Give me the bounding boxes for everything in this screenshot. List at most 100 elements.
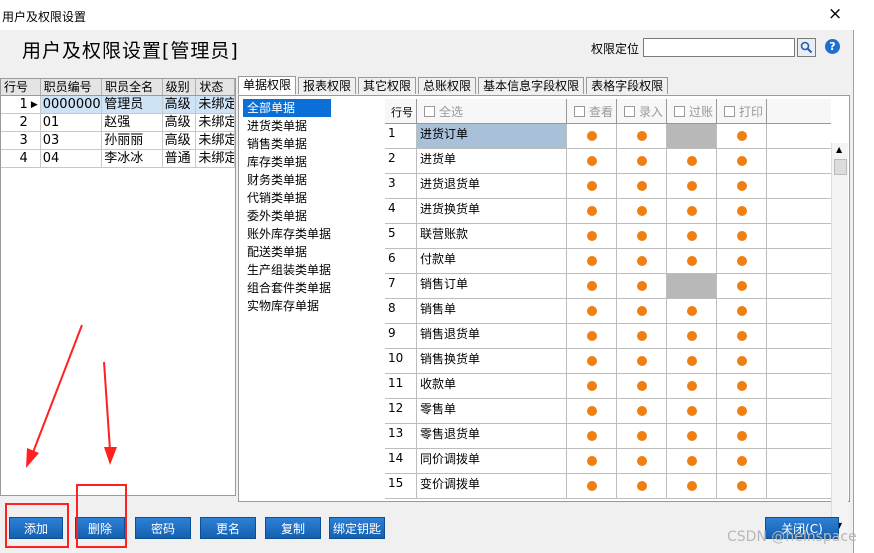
table-row[interactable]: 4 04 李冰冰 普通 未绑定 xyxy=(1,150,235,168)
tab-1[interactable]: 报表权限 xyxy=(298,77,357,94)
perm-record-cell[interactable] xyxy=(617,249,667,273)
perm-post-cell[interactable] xyxy=(667,124,717,148)
col-header[interactable]: 职员编号 xyxy=(41,79,103,95)
perm-post-cell[interactable] xyxy=(667,149,717,173)
perm-print-cell[interactable] xyxy=(717,174,767,198)
perm-view-cell[interactable] xyxy=(567,274,617,298)
category-item[interactable]: 库存类单据 xyxy=(243,153,383,171)
rename-button[interactable]: 更名 xyxy=(200,517,256,539)
perm-post-cell[interactable] xyxy=(667,449,717,473)
perm-print-cell[interactable] xyxy=(717,349,767,373)
tab-4[interactable]: 基本信息字段权限 xyxy=(478,77,585,94)
perm-post-cell[interactable] xyxy=(667,274,717,298)
table-row[interactable]: 1▶00000001管理员高级未绑定 xyxy=(1,96,235,114)
perm-print-cell[interactable] xyxy=(717,199,767,223)
perm-post-cell[interactable] xyxy=(667,224,717,248)
tab-3[interactable]: 总账权限 xyxy=(418,77,477,94)
perm-record-cell[interactable] xyxy=(617,299,667,323)
perm-post-cell[interactable] xyxy=(667,324,717,348)
perm-view-cell[interactable] xyxy=(567,299,617,323)
help-icon[interactable]: ? xyxy=(825,39,840,54)
grid-row[interactable]: 9 销售退货单 xyxy=(385,324,831,349)
bind-key-button[interactable]: 绑定钥匙 xyxy=(329,517,385,539)
perm-post-cell[interactable] xyxy=(667,424,717,448)
category-item[interactable]: 账外库存类单据 xyxy=(243,225,383,243)
perm-view-cell[interactable] xyxy=(567,174,617,198)
col-header[interactable]: 行号 xyxy=(1,79,41,95)
perm-post-cell[interactable] xyxy=(667,174,717,198)
col-header[interactable]: 状态 xyxy=(196,79,235,95)
perm-view-cell[interactable] xyxy=(567,149,617,173)
perm-record-cell[interactable] xyxy=(617,474,667,498)
perm-view-cell[interactable] xyxy=(567,224,617,248)
grid-scrollbar[interactable]: ▲ ▼ xyxy=(831,143,848,534)
perm-print-cell[interactable] xyxy=(717,249,767,273)
tab-5[interactable]: 表格字段权限 xyxy=(586,77,669,94)
perm-view-cell[interactable] xyxy=(567,374,617,398)
perm-print-cell[interactable] xyxy=(717,149,767,173)
grid-row[interactable]: 7 销售订单 xyxy=(385,274,831,299)
perm-record-cell[interactable] xyxy=(617,399,667,423)
grid-row[interactable]: 8 销售单 xyxy=(385,299,831,324)
perm-post-cell[interactable] xyxy=(667,249,717,273)
select-all-checkbox[interactable]: 全选 xyxy=(417,99,567,123)
grid-row[interactable]: 1 进货订单 xyxy=(385,124,831,149)
perm-record-cell[interactable] xyxy=(617,199,667,223)
grid-row[interactable]: 13 零售退货单 xyxy=(385,424,831,449)
scroll-up-icon[interactable]: ▲ xyxy=(836,145,842,154)
category-item[interactable]: 全部单据 xyxy=(243,99,331,117)
scroll-thumb[interactable] xyxy=(834,159,847,175)
category-item[interactable]: 生产组装类单据 xyxy=(243,261,383,279)
grid-row[interactable]: 15 变价调拨单 xyxy=(385,474,831,499)
perm-print-cell[interactable] xyxy=(717,449,767,473)
record-all-checkbox[interactable]: 录入 xyxy=(617,99,667,123)
perm-post-cell[interactable] xyxy=(667,374,717,398)
password-button[interactable]: 密码 xyxy=(135,517,191,539)
perm-print-cell[interactable] xyxy=(717,224,767,248)
grid-row[interactable]: 11 收款单 xyxy=(385,374,831,399)
search-icon[interactable] xyxy=(797,38,816,57)
view-all-checkbox[interactable]: 查看 xyxy=(567,99,617,123)
print-all-checkbox[interactable]: 打印 xyxy=(717,99,767,123)
grid-row[interactable]: 5 联营账款 xyxy=(385,224,831,249)
perm-record-cell[interactable] xyxy=(617,149,667,173)
perm-print-cell[interactable] xyxy=(717,299,767,323)
perm-print-cell[interactable] xyxy=(717,474,767,498)
grid-row[interactable]: 4 进货换货单 xyxy=(385,199,831,224)
category-item[interactable]: 销售类单据 xyxy=(243,135,383,153)
col-header[interactable]: 职员全名 xyxy=(102,79,163,95)
category-item[interactable]: 实物库存单据 xyxy=(243,297,383,315)
post-all-checkbox[interactable]: 过账 xyxy=(667,99,717,123)
perm-locate-input[interactable] xyxy=(643,38,795,57)
perm-view-cell[interactable] xyxy=(567,124,617,148)
tab-2[interactable]: 其它权限 xyxy=(358,77,417,94)
perm-print-cell[interactable] xyxy=(717,374,767,398)
close-icon[interactable]: × xyxy=(828,6,842,23)
perm-view-cell[interactable] xyxy=(567,449,617,473)
perm-post-cell[interactable] xyxy=(667,199,717,223)
copy-button[interactable]: 复制 xyxy=(265,517,321,539)
perm-view-cell[interactable] xyxy=(567,199,617,223)
perm-view-cell[interactable] xyxy=(567,474,617,498)
perm-record-cell[interactable] xyxy=(617,374,667,398)
category-item[interactable]: 代销类单据 xyxy=(243,189,383,207)
perm-print-cell[interactable] xyxy=(717,274,767,298)
grid-row[interactable]: 6 付款单 xyxy=(385,249,831,274)
perm-record-cell[interactable] xyxy=(617,449,667,473)
perm-print-cell[interactable] xyxy=(717,324,767,348)
grid-row[interactable]: 2 进货单 xyxy=(385,149,831,174)
category-item[interactable]: 配送类单据 xyxy=(243,243,383,261)
perm-view-cell[interactable] xyxy=(567,424,617,448)
perm-print-cell[interactable] xyxy=(717,399,767,423)
perm-view-cell[interactable] xyxy=(567,324,617,348)
col-header[interactable]: 级别 xyxy=(163,79,197,95)
perm-record-cell[interactable] xyxy=(617,174,667,198)
table-row[interactable]: 3 03 孙丽丽 高级 未绑定 xyxy=(1,132,235,150)
perm-view-cell[interactable] xyxy=(567,349,617,373)
perm-record-cell[interactable] xyxy=(617,424,667,448)
table-row[interactable]: 2 01 赵强 高级 未绑定 xyxy=(1,114,235,132)
grid-row[interactable]: 14 同价调拨单 xyxy=(385,449,831,474)
grid-row[interactable]: 3 进货退货单 xyxy=(385,174,831,199)
category-item[interactable]: 委外类单据 xyxy=(243,207,383,225)
perm-view-cell[interactable] xyxy=(567,249,617,273)
